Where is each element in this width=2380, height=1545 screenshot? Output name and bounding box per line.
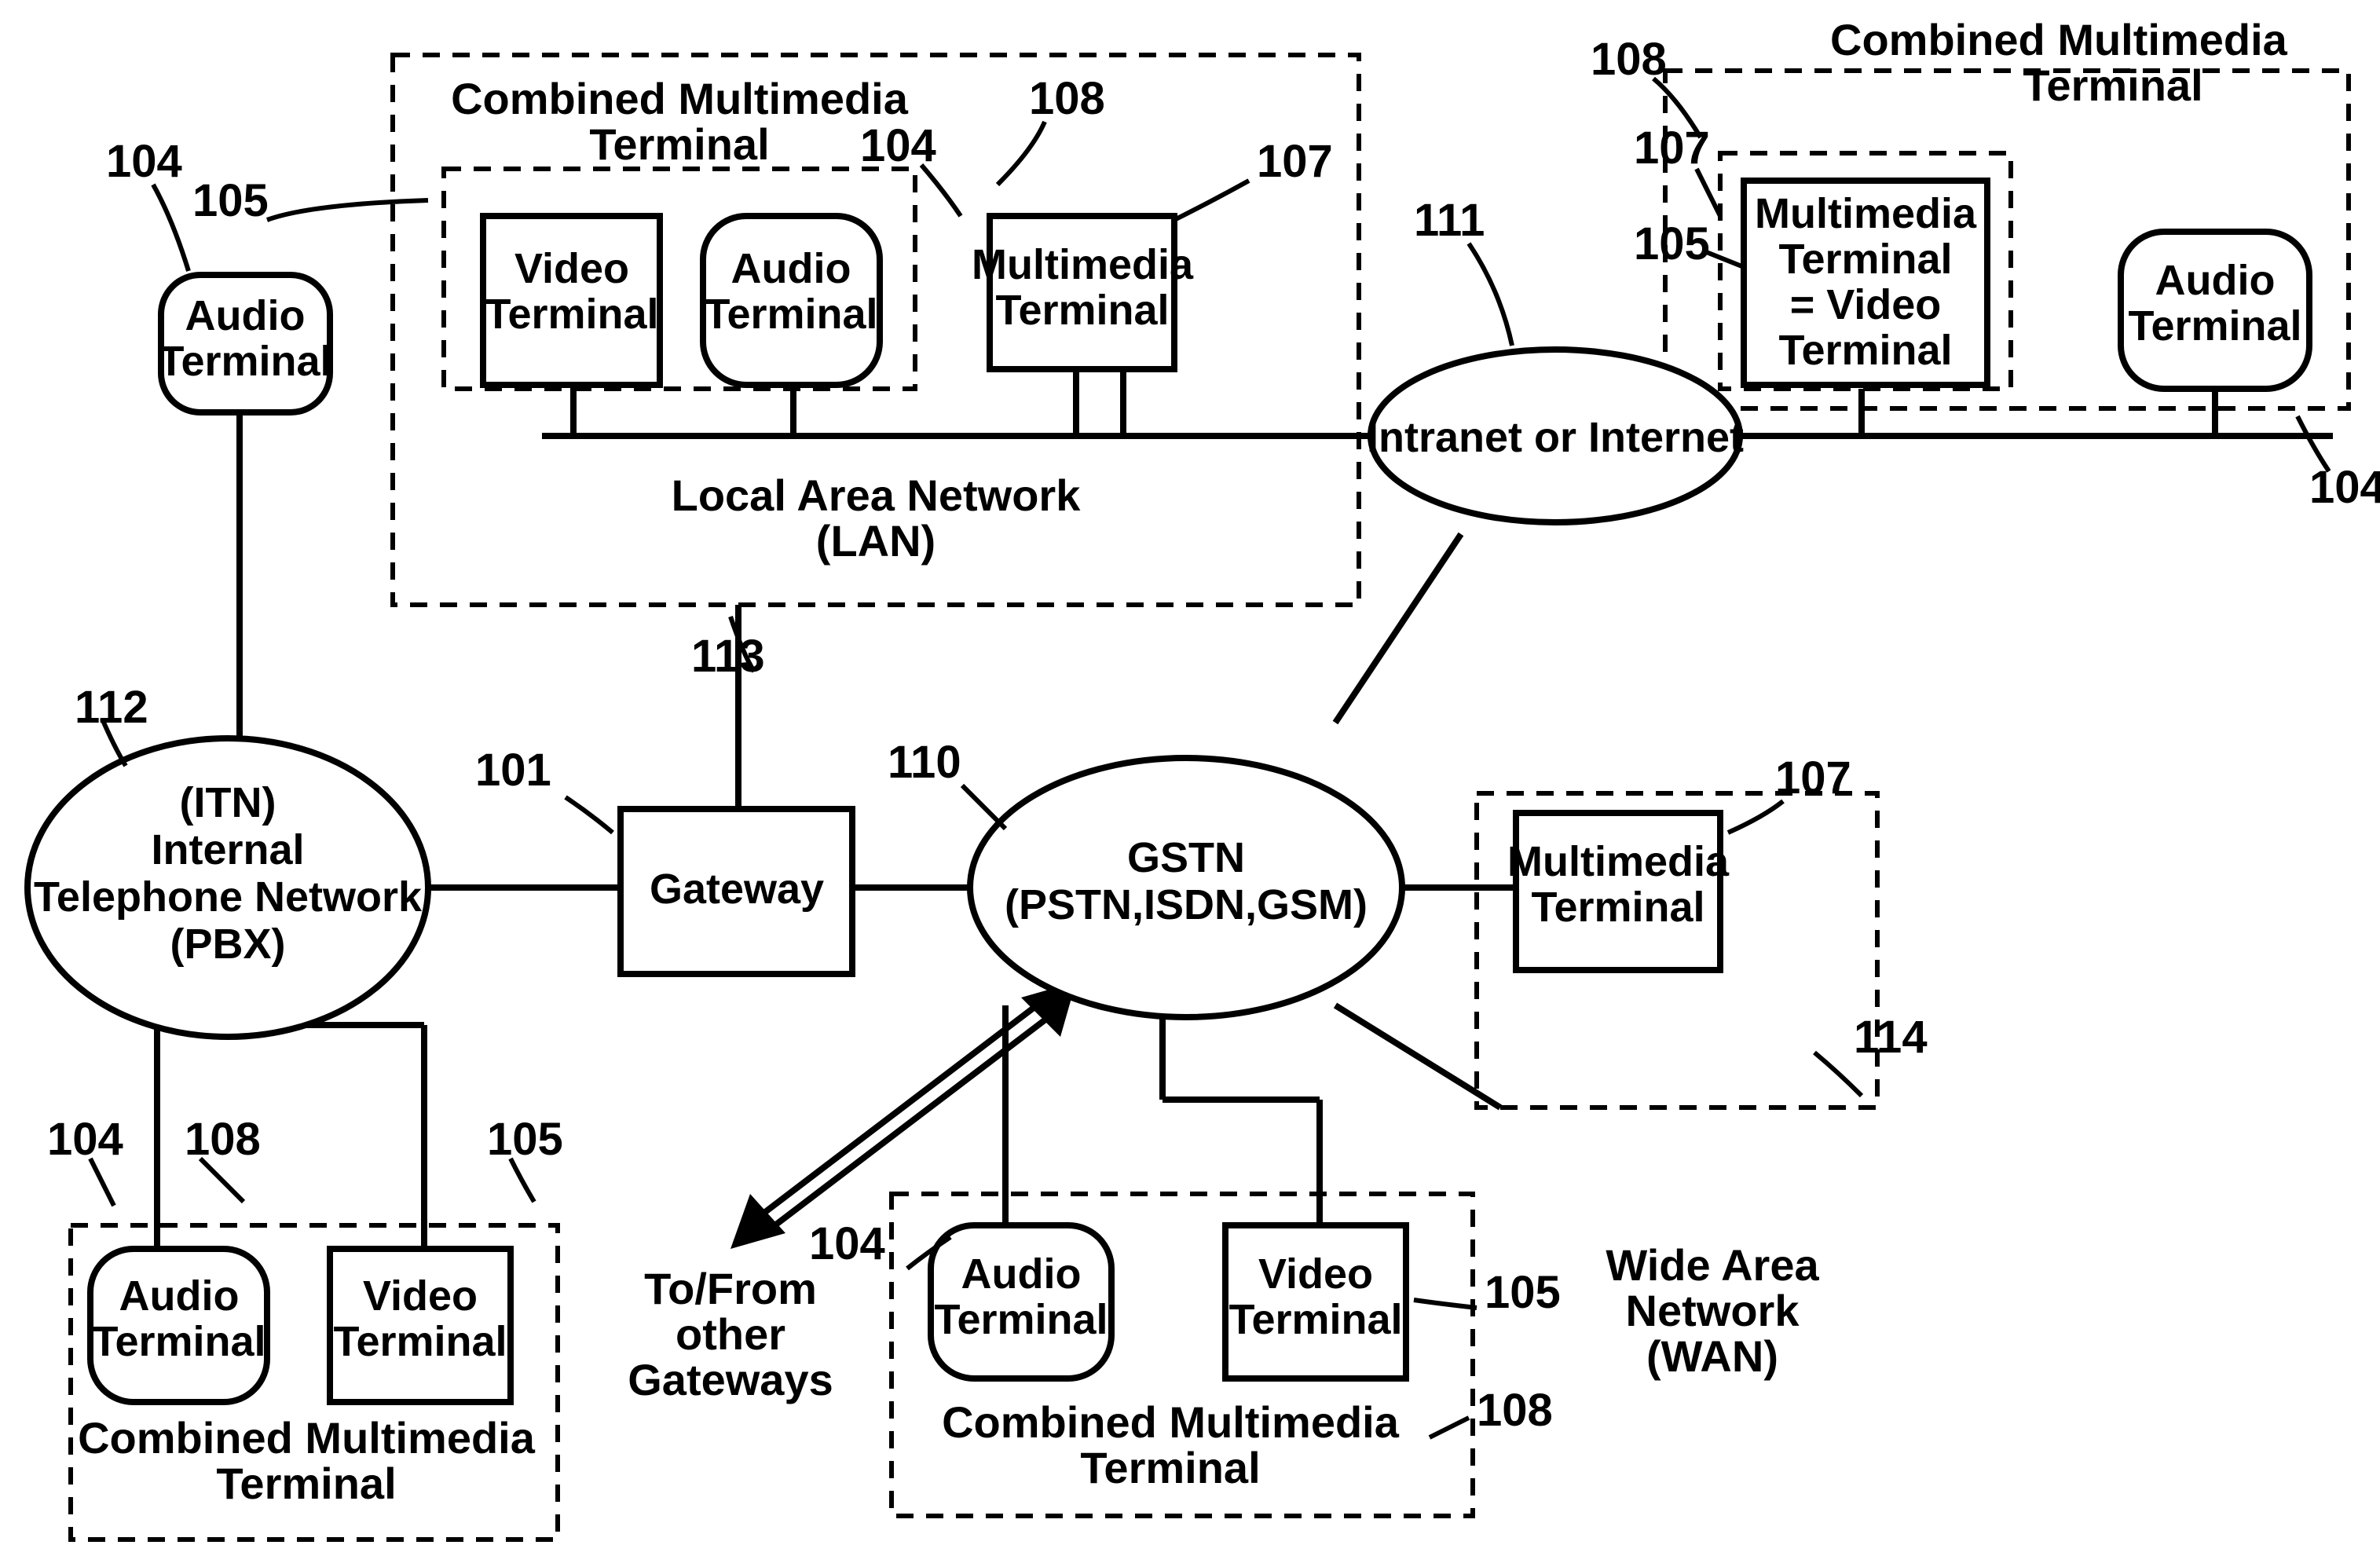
svg-text:MultimediaTerminal: MultimediaTerminal bbox=[1507, 838, 1730, 931]
svg-text:112: 112 bbox=[75, 682, 148, 733]
svg-text:104: 104 bbox=[47, 1114, 123, 1165]
svg-text:114: 114 bbox=[1854, 1012, 1928, 1063]
svg-text:108: 108 bbox=[1591, 34, 1667, 85]
svg-text:MultimediaTerminal: MultimediaTerminal bbox=[972, 241, 1194, 334]
svg-text:Gateway: Gateway bbox=[650, 866, 824, 913]
svg-text:107: 107 bbox=[1257, 136, 1333, 187]
svg-text:113: 113 bbox=[691, 631, 765, 682]
svg-text:To/FromotherGateways: To/FromotherGateways bbox=[628, 1264, 833, 1404]
svg-text:Combined MultimediaTerminal: Combined MultimediaTerminal bbox=[942, 1397, 1400, 1492]
svg-text:108: 108 bbox=[185, 1114, 261, 1165]
ref-numbers: 104 105 104 108 107 111 108 107 105 104 … bbox=[47, 34, 2380, 1436]
svg-text:110: 110 bbox=[888, 737, 961, 788]
svg-text:105: 105 bbox=[487, 1114, 563, 1165]
svg-text:111: 111 bbox=[1414, 195, 1485, 246]
svg-text:Combined MultimediaTerminal: Combined MultimediaTerminal bbox=[451, 74, 909, 169]
svg-text:104: 104 bbox=[106, 136, 182, 187]
svg-text:Intranet or Internet: Intranet or Internet bbox=[1367, 414, 1744, 461]
svg-text:104: 104 bbox=[2309, 462, 2380, 513]
svg-text:MultimediaTerminal= VideoTermi: MultimediaTerminal= VideoTerminal bbox=[1755, 190, 1977, 374]
svg-text:Combined MultimediaTerminal: Combined MultimediaTerminal bbox=[1830, 15, 2288, 110]
svg-text:Wide AreaNetwork(WAN): Wide AreaNetwork(WAN) bbox=[1606, 1240, 1819, 1381]
svg-text:108: 108 bbox=[1029, 73, 1105, 124]
svg-text:Combined MultimediaTerminal: Combined MultimediaTerminal bbox=[78, 1413, 536, 1508]
svg-text:101: 101 bbox=[475, 745, 551, 796]
svg-text:105: 105 bbox=[192, 175, 269, 226]
svg-text:104: 104 bbox=[809, 1218, 885, 1269]
svg-text:104: 104 bbox=[860, 120, 936, 171]
network-diagram: AudioTerminal VideoTerminal AudioTermina… bbox=[0, 0, 2380, 1545]
svg-text:108: 108 bbox=[1477, 1385, 1553, 1436]
svg-text:Local Area Network(LAN): Local Area Network(LAN) bbox=[672, 470, 1082, 566]
svg-text:105: 105 bbox=[1485, 1267, 1561, 1318]
svg-text:107: 107 bbox=[1634, 123, 1710, 174]
svg-text:107: 107 bbox=[1775, 752, 1851, 804]
svg-text:105: 105 bbox=[1634, 218, 1710, 269]
